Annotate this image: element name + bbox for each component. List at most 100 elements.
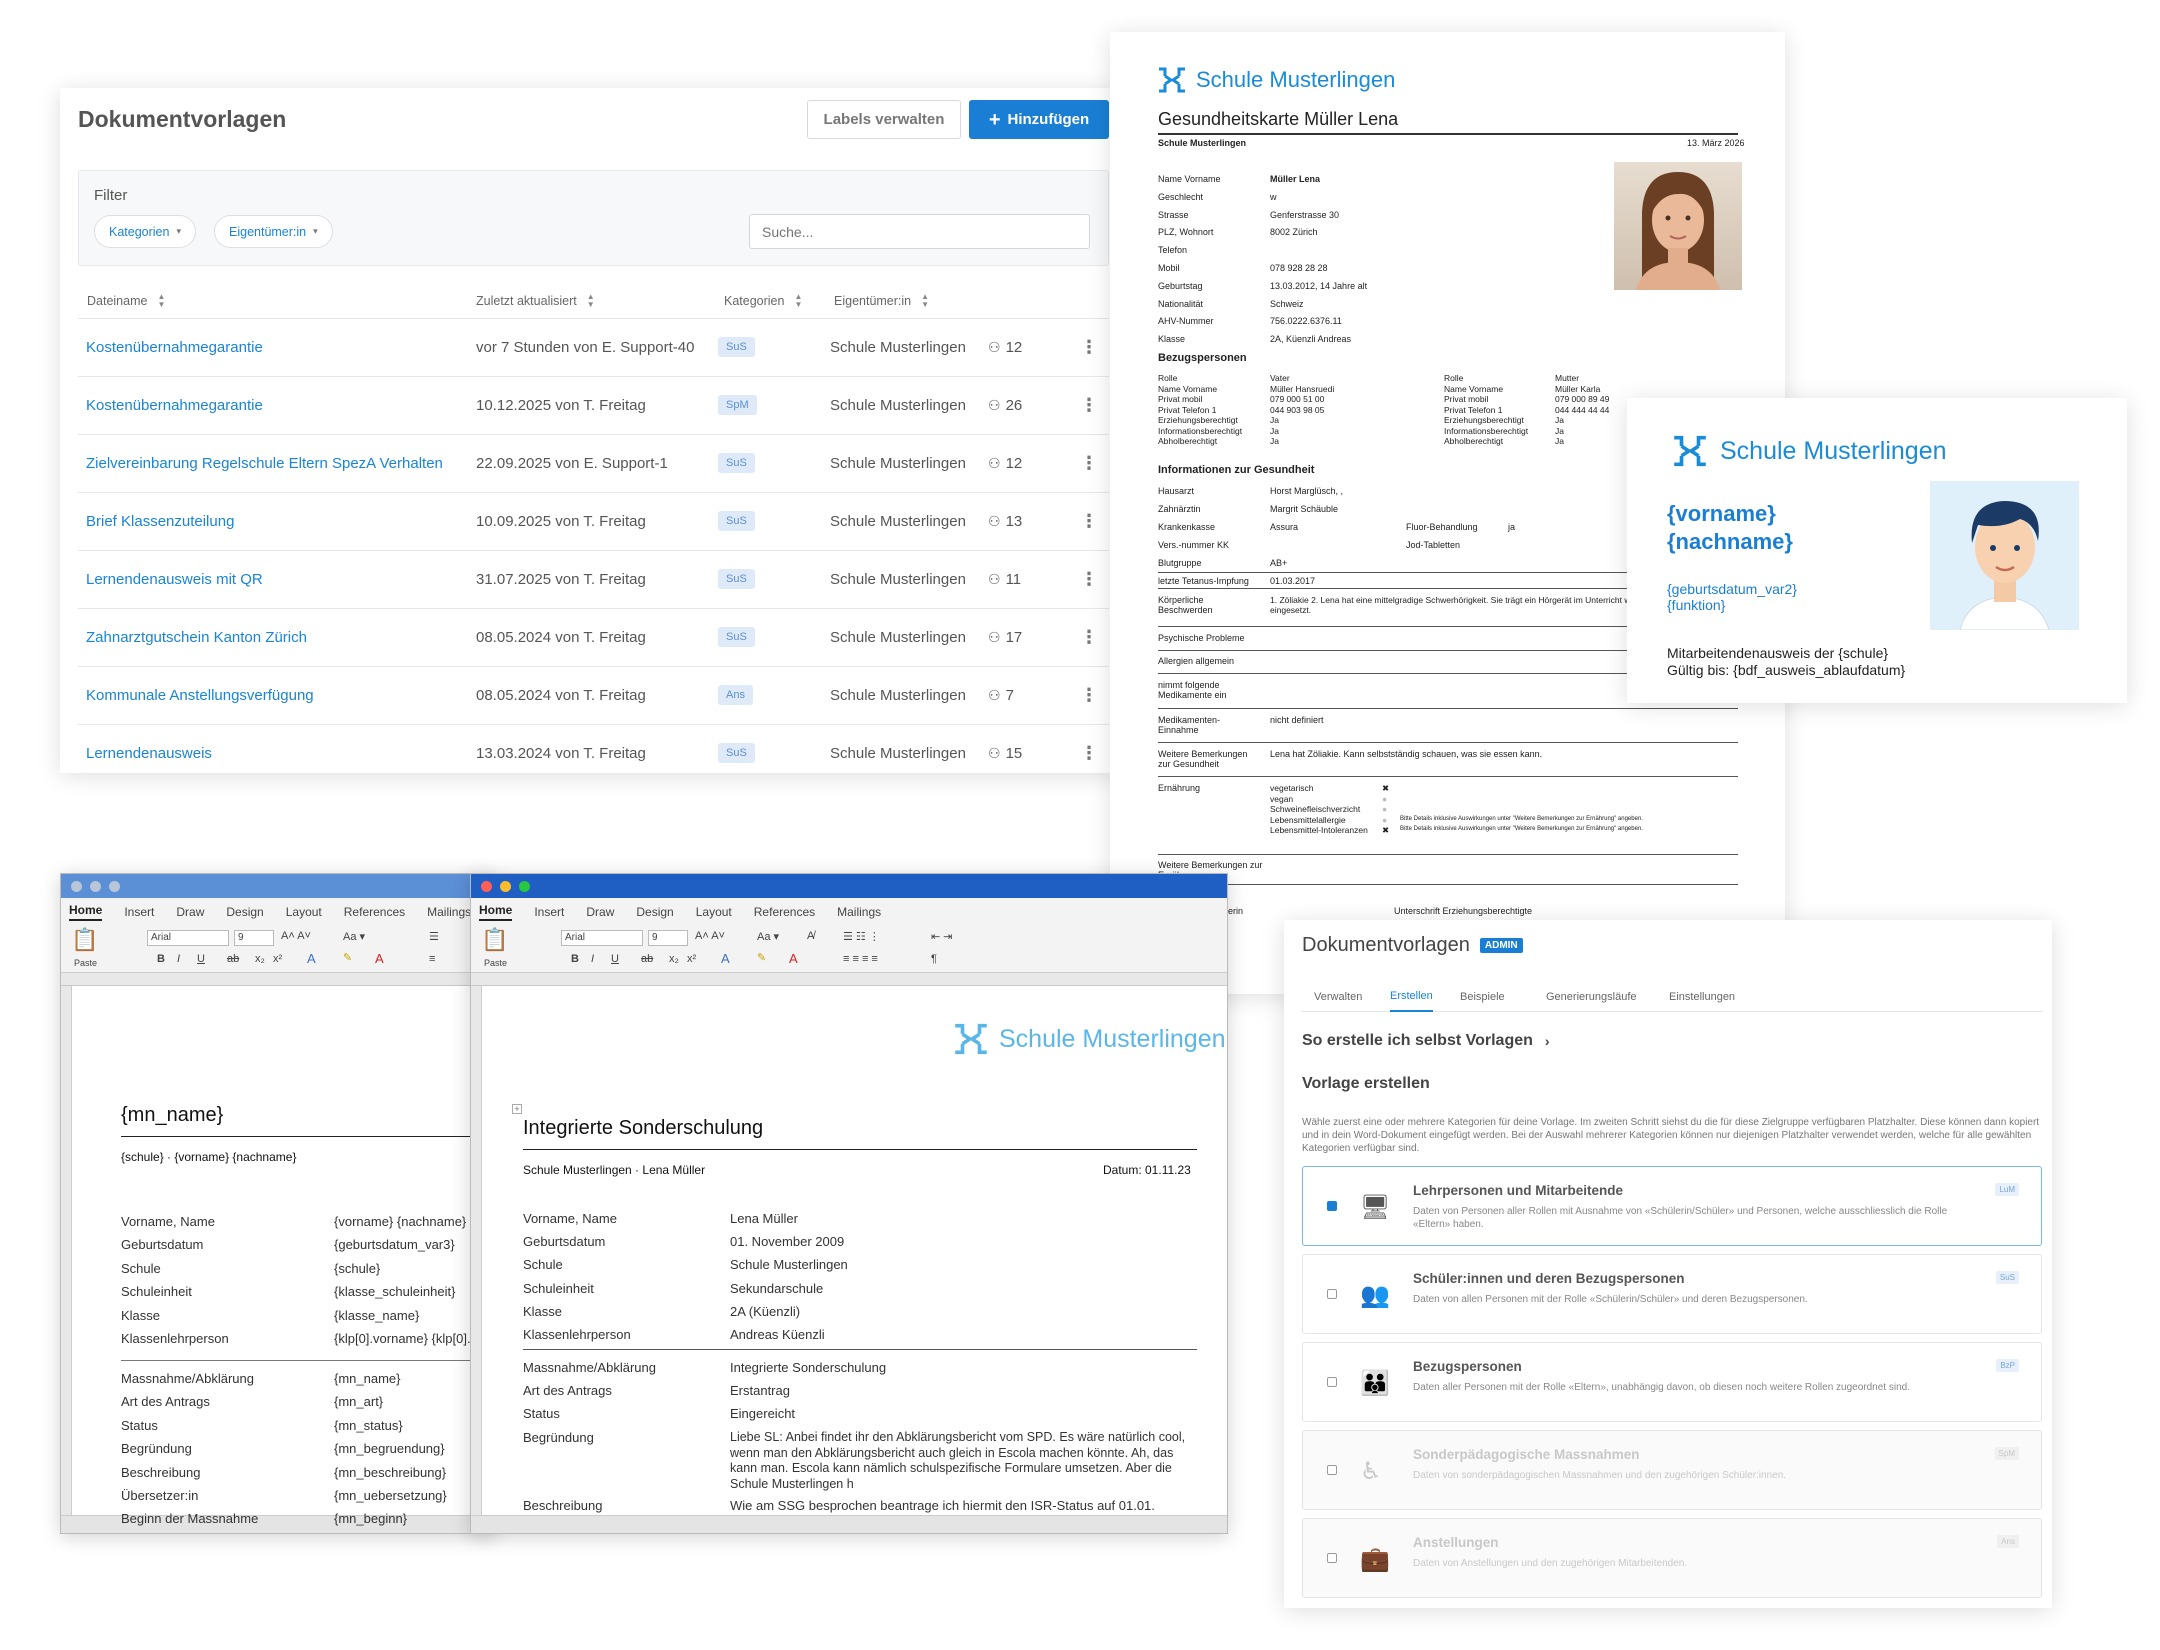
table-row[interactable]: Brief Klassenzuteilung 10.09.2025 von T. … (78, 492, 1109, 548)
column-header-owner[interactable]: Eigentümer:in ▲ ▼ (834, 293, 929, 309)
align-left-icon[interactable]: ≡ (429, 953, 435, 965)
font-name-select[interactable]: Arial (147, 930, 229, 946)
underline-icon[interactable]: U (197, 953, 205, 965)
text-effects-icon[interactable]: A (721, 951, 730, 966)
ribbon-tab-references[interactable]: References (754, 905, 815, 919)
ribbon-tab-design[interactable]: Design (636, 905, 673, 919)
paste-label[interactable]: Paste (74, 958, 97, 968)
admin-tab-generierungsläufe[interactable]: Generierungsläufe (1546, 982, 1637, 1012)
text-effects-icon[interactable]: A (307, 951, 316, 966)
align-left-icon[interactable]: ≡ ≡ ≡ ≡ (843, 953, 878, 965)
underline-icon[interactable]: U (611, 953, 619, 965)
minimize-window-button[interactable] (500, 880, 511, 892)
italic-icon[interactable]: I (177, 953, 180, 965)
horizontal-ruler[interactable] (471, 973, 1227, 986)
ribbon-tab-insert[interactable]: Insert (124, 905, 154, 919)
file-name-link[interactable]: Lernendenausweis mit QR (86, 551, 263, 607)
close-window-button[interactable] (481, 880, 492, 892)
categories-filter-chip[interactable]: Kategorien ▾ (94, 215, 196, 248)
highlight-icon[interactable]: ✎ (343, 951, 352, 964)
file-name-link[interactable]: Lernendenausweis (86, 725, 212, 781)
ribbon-tab-references[interactable]: References (344, 905, 405, 919)
font-name-select[interactable]: Arial (561, 930, 643, 946)
paragraph-mark-icon[interactable]: ¶ (931, 953, 937, 965)
admin-tab-erstellen[interactable]: Erstellen (1390, 982, 1433, 1012)
file-name-link[interactable]: Zahnarztgutschein Kanton Zürich (86, 609, 307, 665)
ribbon-tab-draw[interactable]: Draw (176, 905, 204, 919)
file-name-link[interactable]: Zielvereinbarung Regelschule Eltern Spez… (86, 435, 443, 491)
ribbon-tab-mailings[interactable]: Mailings (837, 905, 881, 919)
category-option[interactable]: 👪 Bezugspersonen Daten aller Personen mit … (1302, 1342, 2042, 1422)
admin-tab-verwalten[interactable]: Verwalten (1314, 982, 1362, 1012)
manage-labels-button[interactable]: Labels verwalten (807, 100, 961, 139)
bullets-icon[interactable]: ☰ ☷ ⋮ (843, 930, 880, 943)
more-options-icon[interactable]: ⋮ (1080, 609, 1098, 665)
font-size-select[interactable]: 9 (648, 930, 688, 946)
howto-link[interactable]: So erstelle ich selbst Vorlagen › (1302, 1032, 1550, 1050)
zoom-window-button[interactable] (109, 880, 120, 892)
category-option[interactable]: 🖥 Lehrpersonen und Mitarbeitende Daten von… (1302, 1166, 2042, 1246)
ribbon-tab-mailings[interactable]: Mailings (427, 905, 471, 919)
paste-label[interactable]: Paste (484, 958, 507, 968)
bullets-icon[interactable]: ☰ (429, 930, 439, 943)
ribbon-tab-home[interactable]: Home (69, 903, 103, 921)
column-header-filename[interactable]: Dateiname ▲ ▼ (87, 293, 165, 309)
strikethrough-icon[interactable]: ab (641, 953, 653, 965)
more-options-icon[interactable]: ⋮ (1080, 435, 1098, 491)
vertical-ruler[interactable] (471, 986, 482, 1515)
table-row[interactable]: Zahnarztgutschein Kanton Zürich 08.05.202… (78, 608, 1109, 664)
highlight-icon[interactable]: ✎ (757, 951, 766, 964)
strikethrough-icon[interactable]: ab (227, 953, 239, 965)
subscript-icon[interactable]: x₂ (669, 953, 679, 965)
category-option[interactable]: 👥 Schüler:innen und deren Bezugspersonen D… (1302, 1254, 2042, 1334)
superscript-icon[interactable]: x² (273, 953, 282, 965)
category-checkbox[interactable] (1327, 1289, 1337, 1299)
vertical-ruler[interactable] (61, 986, 72, 1515)
category-checkbox[interactable] (1327, 1201, 1337, 1211)
more-options-icon[interactable]: ⋮ (1080, 551, 1098, 607)
file-name-link[interactable]: Kostenübernahmegarantie (86, 377, 263, 433)
indent-icon[interactable]: ⇤ ⇥ (931, 930, 953, 943)
bold-icon[interactable]: B (157, 953, 165, 965)
bold-icon[interactable]: B (571, 953, 579, 965)
more-options-icon[interactable]: ⋮ (1080, 725, 1098, 781)
clear-format-icon[interactable]: A̸ (807, 930, 814, 942)
admin-tab-beispiele[interactable]: Beispiele (1460, 982, 1505, 1012)
ribbon-tab-draw[interactable]: Draw (586, 905, 614, 919)
close-window-button[interactable] (71, 880, 82, 892)
font-color-icon[interactable]: A (789, 951, 798, 966)
minimize-window-button[interactable] (90, 880, 101, 892)
paste-icon[interactable]: 📋 (481, 927, 508, 953)
table-row[interactable]: Zielvereinbarung Regelschule Eltern Spez… (78, 434, 1109, 490)
ribbon-tab-insert[interactable]: Insert (534, 905, 564, 919)
table-move-handle[interactable]: + (512, 1104, 522, 1114)
more-options-icon[interactable]: ⋮ (1080, 667, 1098, 723)
search-input[interactable] (749, 214, 1090, 249)
table-row[interactable]: Kostenübernahmegarantie 10.12.2025 von T.… (78, 376, 1109, 432)
table-row[interactable]: Lernendenausweis 13.03.2024 von T. Freita… (78, 724, 1109, 780)
zoom-window-button[interactable] (519, 880, 530, 892)
more-options-icon[interactable]: ⋮ (1080, 493, 1098, 549)
grow-font-icon[interactable]: A˄ A˅ (695, 930, 725, 942)
font-size-select[interactable]: 9 (234, 930, 274, 946)
change-case-icon[interactable]: Aa ▾ (757, 930, 779, 943)
more-options-icon[interactable]: ⋮ (1080, 319, 1098, 375)
add-button[interactable]: + Hinzufügen (969, 100, 1109, 139)
file-name-link[interactable]: Brief Klassenzuteilung (86, 493, 234, 549)
change-case-icon[interactable]: Aa ▾ (343, 930, 365, 943)
owner-filter-chip[interactable]: Eigentümer:in ▾ (214, 215, 333, 248)
table-row[interactable]: Kommunale Anstellungsverfügung 08.05.2024… (78, 666, 1109, 722)
subscript-icon[interactable]: x₂ (255, 953, 265, 965)
italic-icon[interactable]: I (591, 953, 594, 965)
file-name-link[interactable]: Kostenübernahmegarantie (86, 319, 263, 375)
column-header-updated[interactable]: Zuletzt aktualisiert ▲ ▼ (476, 293, 595, 309)
horizontal-ruler[interactable] (61, 973, 494, 986)
column-header-categories[interactable]: Kategorien ▲ ▼ (724, 293, 802, 309)
admin-tab-einstellungen[interactable]: Einstellungen (1669, 982, 1735, 1012)
ribbon-tab-layout[interactable]: Layout (696, 905, 732, 919)
file-name-link[interactable]: Kommunale Anstellungsverfügung (86, 667, 314, 723)
grow-font-icon[interactable]: A˄ A˅ (281, 930, 311, 942)
more-options-icon[interactable]: ⋮ (1080, 377, 1098, 433)
table-row[interactable]: Kostenübernahmegarantie vor 7 Stunden von… (78, 318, 1109, 374)
font-color-icon[interactable]: A (375, 951, 384, 966)
